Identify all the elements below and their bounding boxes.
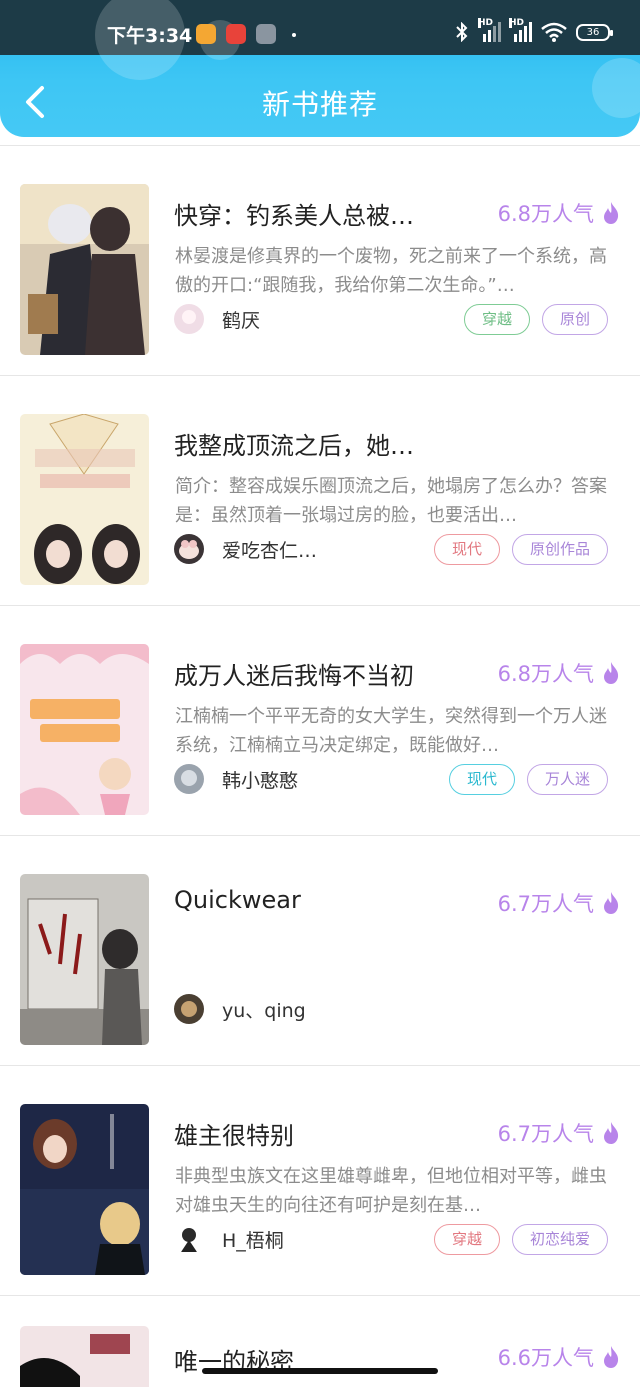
popularity-count: 6.7万人气 <box>497 1122 594 1146</box>
weibo-app-icon <box>196 24 216 44</box>
book-item[interactable]: 快穿：钓系美人总被… 6.8万人气 林晏渡是修真界的一个废物，死之前来了一个系统… <box>0 145 640 375</box>
author-avatar <box>174 994 204 1024</box>
book-title[interactable]: 雄主很特别 <box>174 1116 464 1151</box>
tag-list: 穿越 原创 <box>463 304 608 335</box>
book-cover[interactable] <box>20 874 149 1045</box>
author-name: 韩小憨憨 <box>222 769 299 792</box>
popularity-count: 6.6万人气 <box>497 1346 594 1370</box>
book-title[interactable]: 成万人迷后我悔不当初 <box>174 656 464 691</box>
status-icons: HD HD 36 <box>454 18 613 42</box>
tag[interactable]: 穿越 <box>433 1224 500 1255</box>
tag-list: 穿越 初恋纯爱 <box>433 1224 608 1255</box>
popularity-count: 6.8万人气 <box>497 662 594 686</box>
book-cover[interactable] <box>20 1104 149 1275</box>
author-name: yu、qing <box>222 999 306 1022</box>
fire-icon <box>604 662 619 684</box>
notification-dot <box>292 33 296 37</box>
battery-icon: 36 <box>576 23 613 41</box>
author-row: 爱吃杏仁… <box>174 534 317 564</box>
book-description: 非典型虫族文在这里雄尊雌卑，但地位相对平等，雌虫对雄虫天生的向往还有呵护是刻在基… <box>175 1166 607 1216</box>
status-time: 下午3:34 <box>107 25 193 47</box>
popularity: 6.6万人气 <box>498 1342 620 1372</box>
book-description: 简介：整容成娱乐圈顶流之后，她塌房了怎么办？答案是：虽然顶着一张塌过房的脸，也要… <box>175 476 607 526</box>
author-avatar <box>174 764 204 794</box>
fire-icon <box>604 1346 619 1368</box>
popularity: 6.8万人气 <box>498 658 620 688</box>
tag[interactable]: 初恋纯爱 <box>511 1224 608 1255</box>
popularity: 6.7万人气 <box>498 1118 620 1148</box>
author-avatar <box>174 1224 204 1254</box>
book-item[interactable]: Quickwear 6.7万人气 yu、qing <box>0 835 640 1065</box>
popularity: 6.7万人气 <box>498 888 620 918</box>
book-description: 林晏渡是修真界的一个废物，死之前来了一个系统，高傲的开口:“跟随我，我给你第二次… <box>175 246 607 296</box>
signal-2-icon: HD <box>509 18 532 42</box>
author-avatar <box>174 534 204 564</box>
popularity: 6.8万人气 <box>498 198 620 228</box>
bluetooth-icon <box>456 22 468 42</box>
author-avatar <box>174 304 204 334</box>
book-item[interactable]: 我整成顶流之后，她… 简介：整容成娱乐圈顶流之后，她塌房了怎么办？答案是：虽然顶… <box>0 375 640 605</box>
author-row: 韩小憨憨 <box>174 764 298 794</box>
fire-icon <box>604 202 619 224</box>
app-header: 下午3:34 HD HD 36 新书推荐 <box>0 0 640 137</box>
tag[interactable]: 万人迷 <box>526 764 608 795</box>
fire-icon <box>604 892 619 914</box>
author-name: 鹤厌 <box>222 309 261 332</box>
tag[interactable]: 原创 <box>541 304 608 335</box>
book-item[interactable]: 雄主很特别 6.7万人气 非典型虫族文在这里雄尊雌卑，但地位相对平等，雌虫对雄虫… <box>0 1065 640 1295</box>
news-app-icon <box>226 24 246 44</box>
book-cover[interactable] <box>20 644 149 815</box>
book-title[interactable]: 快穿：钓系美人总被… <box>174 196 464 231</box>
author-row: yu、qing <box>174 994 306 1024</box>
popularity-count: 6.8万人气 <box>497 202 594 226</box>
book-cover[interactable] <box>20 1326 149 1387</box>
signal-1-icon: HD <box>478 18 501 42</box>
book-cover[interactable] <box>20 184 149 355</box>
book-title[interactable]: 我整成顶流之后，她… <box>174 426 464 461</box>
author-name: H_梧桐 <box>222 1229 284 1252</box>
author-name: 爱吃杏仁… <box>222 539 318 562</box>
home-indicator[interactable] <box>202 1368 438 1374</box>
book-cover[interactable] <box>20 414 149 585</box>
tag-list: 现代 原创作品 <box>433 534 608 565</box>
tag[interactable]: 现代 <box>448 764 515 795</box>
page-title: 新书推荐 <box>261 88 378 121</box>
author-row: 鹤厌 <box>174 304 260 334</box>
tag-list: 现代 万人迷 <box>448 764 608 795</box>
book-description: 江楠楠一个平平无奇的女大学生，突然得到一个万人迷系统，江楠楠立马决定绑定，既能做… <box>175 706 607 756</box>
reader-app-icon <box>256 24 276 44</box>
tag[interactable]: 现代 <box>433 534 500 565</box>
book-title[interactable]: Quickwear <box>174 886 464 914</box>
author-row: H_梧桐 <box>174 1224 284 1254</box>
book-item[interactable]: 成万人迷后我悔不当初 6.8万人气 江楠楠一个平平无奇的女大学生，突然得到一个万… <box>0 605 640 835</box>
tag[interactable]: 穿越 <box>463 304 530 335</box>
popularity-count: 6.7万人气 <box>497 892 594 916</box>
wifi-icon <box>541 22 567 42</box>
fire-icon <box>604 1122 619 1144</box>
tag[interactable]: 原创作品 <box>511 534 608 565</box>
